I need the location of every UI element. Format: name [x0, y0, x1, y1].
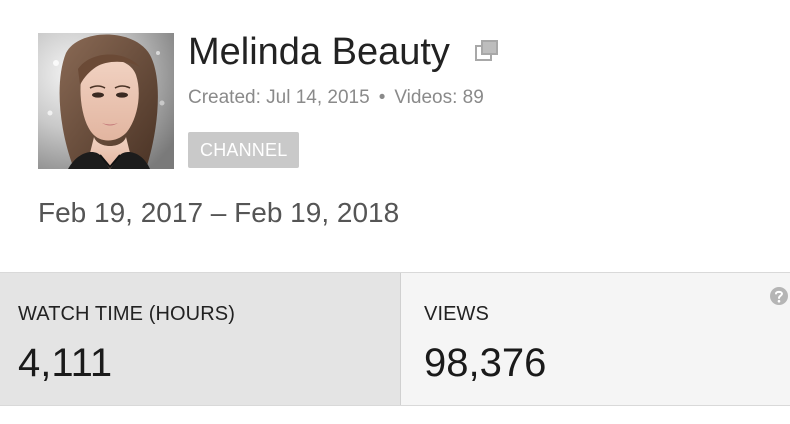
metric-value: 4,111	[18, 341, 113, 385]
channel-type-badge: CHANNEL	[188, 132, 300, 168]
external-link-icon[interactable]	[474, 27, 499, 73]
metrics-bar: WATCH TIME (HOURS) 4,111 VIEWS 98,376	[0, 272, 790, 406]
channel-avatar[interactable]	[38, 33, 174, 169]
channel-meta: Created: Jul 14, 2015 • Videos: 89	[188, 86, 484, 110]
help-icon[interactable]	[768, 285, 790, 307]
metric-label: WATCH TIME (HOURS)	[18, 303, 235, 325]
created-date: Created: Jul 14, 2015	[188, 87, 370, 108]
metric-label: VIEWS	[424, 303, 489, 325]
channel-name[interactable]: Melinda Beauty	[188, 31, 450, 73]
channel-title-row: Melinda Beauty	[188, 29, 499, 77]
metric-card-views[interactable]: VIEWS 98,376	[402, 273, 790, 405]
date-range[interactable]: Feb 19, 2017 – Feb 19, 2018	[38, 196, 399, 230]
meta-separator: •	[378, 87, 386, 108]
video-count: Videos: 89	[394, 87, 484, 108]
metric-value: 98,376	[424, 341, 547, 385]
metric-card-watch-time[interactable]: WATCH TIME (HOURS) 4,111	[0, 273, 401, 405]
analytics-page: Melinda Beauty Created: Jul 14, 2015 • Vid…	[0, 0, 790, 424]
avatar-portrait	[38, 33, 174, 169]
